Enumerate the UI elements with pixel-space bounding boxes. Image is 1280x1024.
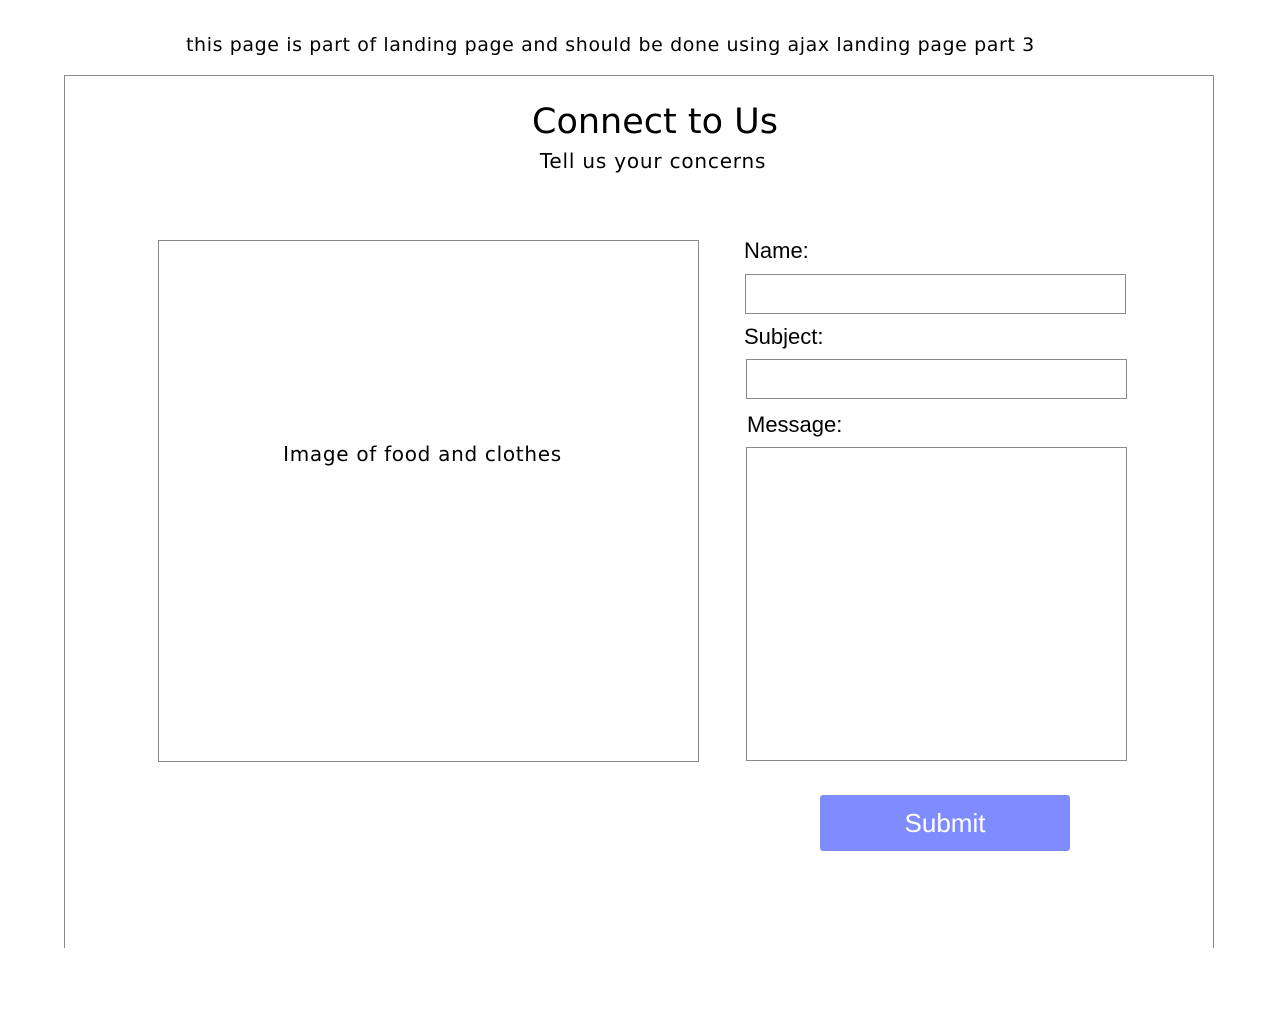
subject-field[interactable] [746, 359, 1127, 399]
message-field[interactable] [746, 447, 1127, 761]
page-subtitle: Tell us your concerns [539, 149, 767, 173]
name-field[interactable] [745, 274, 1126, 314]
page-title: Connect to Us [532, 102, 778, 142]
image-placeholder: Image of food and clothes [158, 240, 699, 762]
message-label: Message: [747, 412, 843, 437]
subject-label: Subject: [744, 324, 824, 349]
image-placeholder-caption: Image of food and clothes [283, 442, 562, 466]
name-label: Name: [744, 238, 809, 263]
wireframe-note: this page is part of landing page and sh… [186, 34, 1035, 56]
submit-button[interactable]: Submit [820, 795, 1070, 851]
